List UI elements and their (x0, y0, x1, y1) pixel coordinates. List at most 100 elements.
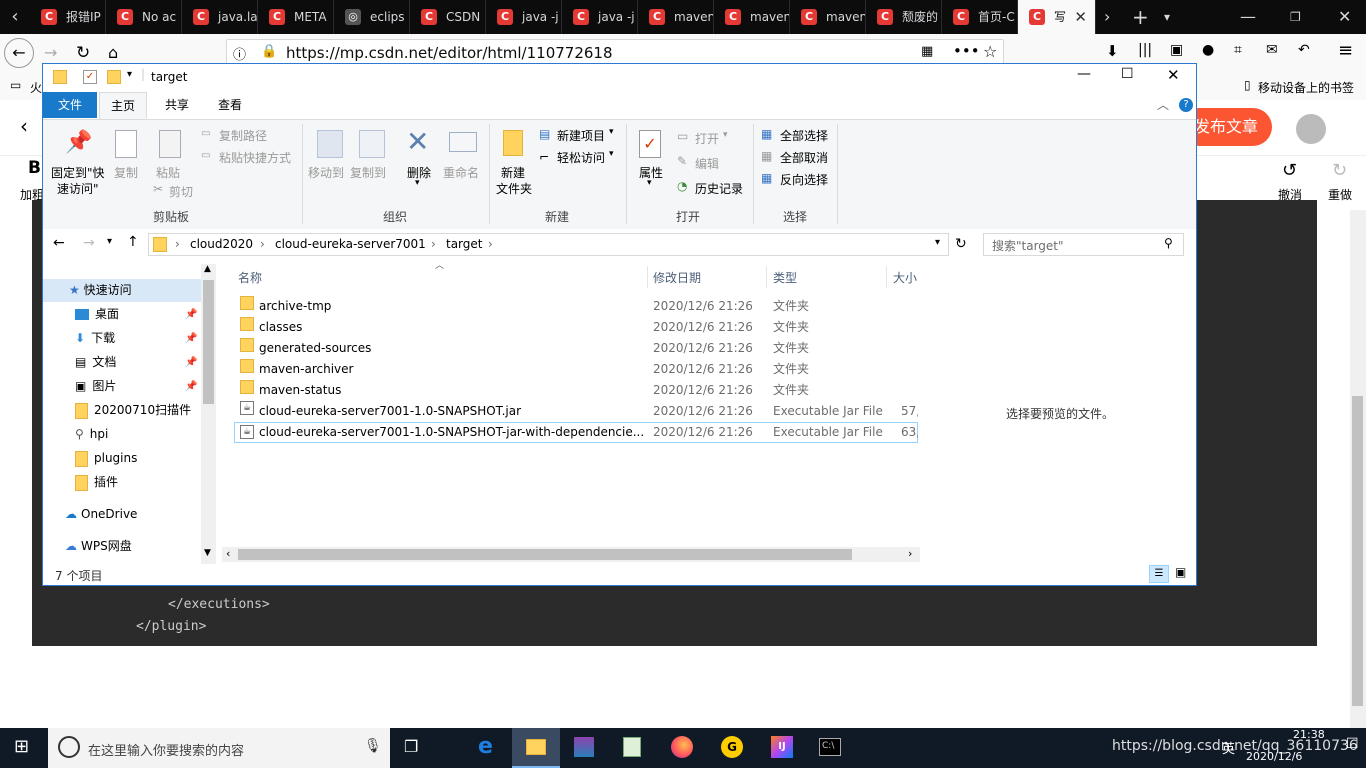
chevron-right-icon[interactable]: › (175, 237, 180, 251)
file-row[interactable]: generated-sources 2020/12/6 21:26 文件夹 (234, 338, 918, 359)
g-app-taskbar-button[interactable]: G (708, 728, 756, 768)
breadcrumb-item[interactable]: cloud-eureka-server7001 (275, 237, 426, 251)
file-row[interactable]: maven-archiver 2020/12/6 21:26 文件夹 (234, 359, 918, 380)
address-dropdown-icon[interactable]: ▾ (935, 237, 940, 248)
notepad-taskbar-button[interactable] (608, 728, 656, 768)
help-icon[interactable]: ? (1179, 98, 1193, 112)
bold-icon[interactable]: B (28, 158, 41, 178)
tab-view[interactable]: 查看 (205, 92, 255, 118)
library-icon[interactable]: ||| (1138, 42, 1152, 58)
download-icon[interactable]: ⬇ (1106, 42, 1119, 60)
large-icons-view-icon[interactable]: ▣ (1175, 565, 1186, 579)
browser-tab[interactable]: Cjava -j (486, 0, 562, 34)
select-all-button[interactable]: 全部选择 (780, 127, 828, 144)
tab-scroll-right-icon[interactable]: › (1104, 0, 1110, 34)
scrollbar-thumb[interactable] (238, 549, 852, 560)
browser-tab[interactable]: Cmaven (714, 0, 790, 34)
page-scrollbar-thumb[interactable] (1352, 396, 1363, 706)
undo-icon[interactable]: ↺ (1282, 160, 1297, 181)
browser-tab[interactable]: Cmaven (790, 0, 866, 34)
undo-close-icon[interactable]: ↶ (1298, 42, 1310, 58)
browser-tab[interactable]: ◎ eclips (334, 0, 410, 34)
nav-pictures[interactable]: ▣ 图片 📌 (75, 375, 199, 398)
page-scrollbar[interactable] (1350, 210, 1366, 728)
invert-selection-button[interactable]: 反向选择 (780, 171, 828, 188)
file-row[interactable]: archive-tmp 2020/12/6 21:26 文件夹 (234, 296, 918, 317)
redo-icon[interactable]: ↻ (1332, 160, 1347, 181)
chevron-right-icon[interactable]: › (260, 237, 265, 251)
minimize-icon[interactable]: — (1240, 0, 1256, 34)
file-row[interactable]: classes 2020/12/6 21:26 文件夹 (234, 317, 918, 338)
pin-quick-access-button[interactable]: 固定到"快 (51, 164, 105, 181)
screenshot-icon[interactable]: ⌗ (1234, 42, 1242, 58)
select-none-button[interactable]: 全部取消 (780, 149, 828, 166)
new-folder-button[interactable]: 新建 (501, 164, 525, 181)
back-icon[interactable]: ← (53, 235, 65, 251)
edit-button[interactable]: 编辑 (695, 155, 719, 172)
menu-icon[interactable]: ≡ (1338, 40, 1353, 61)
nav-quick-access[interactable]: ★ 快速访问 (43, 279, 201, 302)
scroll-down-icon[interactable]: ▼ (204, 548, 211, 558)
up-icon[interactable]: ↑ (127, 234, 139, 250)
file-horizontal-scrollbar[interactable]: ‹ › (222, 547, 920, 562)
account-icon[interactable]: ● (1202, 42, 1214, 58)
column-divider[interactable] (886, 266, 887, 288)
restore-icon[interactable]: ❐ (1290, 0, 1301, 34)
properties-qa-icon[interactable]: ✓ (83, 70, 97, 84)
nav-desktop[interactable]: 桌面 📌 (75, 303, 199, 326)
breadcrumb[interactable]: › cloud2020 › cloud-eureka-server7001 › … (148, 233, 949, 256)
chat-icon[interactable]: ✉ (1266, 42, 1278, 58)
close-icon[interactable]: ✕ (1167, 66, 1180, 84)
nav-scrollbar[interactable]: ▲ ▼ (201, 264, 216, 564)
recent-locations-icon[interactable]: ▾ (107, 236, 112, 247)
avatar[interactable] (1296, 114, 1326, 144)
maximize-icon[interactable]: ☐ (1121, 66, 1134, 82)
details-view-icon[interactable]: ☰ (1149, 565, 1169, 583)
browser-tab[interactable]: C No ac (106, 0, 182, 34)
browser-tab-active[interactable]: C 写 ✕ (1018, 0, 1096, 34)
minimize-icon[interactable]: — (1077, 66, 1091, 82)
bookmark-star-icon[interactable]: ☆ (983, 42, 997, 61)
tab-list-icon[interactable]: ▾ (1164, 0, 1170, 34)
customize-qa-icon[interactable]: ▾ (127, 69, 132, 80)
browser-tab[interactable]: C 报错IP (30, 0, 106, 34)
tab-file[interactable]: 文件 (43, 92, 97, 118)
paste-button[interactable]: 粘贴 (156, 164, 180, 181)
nav-documents[interactable]: ▤ 文档 📌 (75, 351, 199, 374)
qr-code-icon[interactable]: ▦ (921, 44, 933, 59)
browser-tab[interactable]: C META (258, 0, 334, 34)
new-folder-qa-icon[interactable] (107, 70, 121, 84)
firefox-taskbar-button[interactable] (658, 728, 706, 768)
column-divider[interactable] (647, 266, 648, 288)
file-row[interactable]: ☕ cloud-eureka-server7001-1.0-SNAPSHOT.ja… (234, 401, 918, 422)
browser-tab[interactable]: Cjava.la (182, 0, 258, 34)
delete-dropdown-icon[interactable]: ▾ (415, 178, 420, 188)
tab-share[interactable]: 共享 (153, 92, 201, 118)
nav-folder[interactable]: 20200710扫描件 (75, 399, 191, 422)
dropdown-icon[interactable]: ▾ (609, 127, 614, 137)
terminal-taskbar-button[interactable]: C:\ (806, 728, 854, 768)
nav-plugin-cn[interactable]: 插件 (75, 471, 118, 494)
tab-home[interactable]: 主页 (99, 92, 147, 119)
info-icon[interactable]: ⓘ (233, 44, 246, 63)
chevron-right-icon[interactable]: › (488, 237, 493, 251)
notification-icon[interactable]: ☐ (1346, 736, 1359, 752)
rename-button[interactable]: 重命名 (443, 164, 479, 181)
scroll-left-icon[interactable]: ‹ (226, 547, 230, 560)
mobile-bookmarks[interactable]: 移动设备上的书签 (1258, 79, 1354, 96)
more-actions-icon[interactable]: ••• (953, 42, 980, 60)
cut-button[interactable]: 剪切 (169, 183, 193, 200)
chevron-right-icon[interactable]: › (431, 237, 436, 251)
file-row[interactable]: maven-status 2020/12/6 21:26 文件夹 (234, 380, 918, 401)
scrollbar-thumb[interactable] (203, 280, 214, 404)
back-icon[interactable]: ← (4, 38, 34, 68)
new-tab-icon[interactable]: + (1132, 0, 1149, 34)
paste-shortcut-button[interactable]: 粘贴快捷方式 (219, 149, 291, 166)
nav-hpi[interactable]: ⚲ hpi (75, 423, 108, 446)
url-text[interactable]: https://mp.csdn.net/editor/html/11077261… (286, 44, 613, 62)
copy-button[interactable]: 复制 (114, 164, 138, 181)
browser-tab[interactable]: C 首页-C (942, 0, 1018, 34)
file-row-selected[interactable]: ☕ cloud-eureka-server7001-1.0-SNAPSHOT-ja… (234, 422, 918, 443)
copy-path-button[interactable]: 复制路径 (219, 127, 267, 144)
nav-downloads[interactable]: ⬇ 下载 📌 (75, 327, 199, 350)
